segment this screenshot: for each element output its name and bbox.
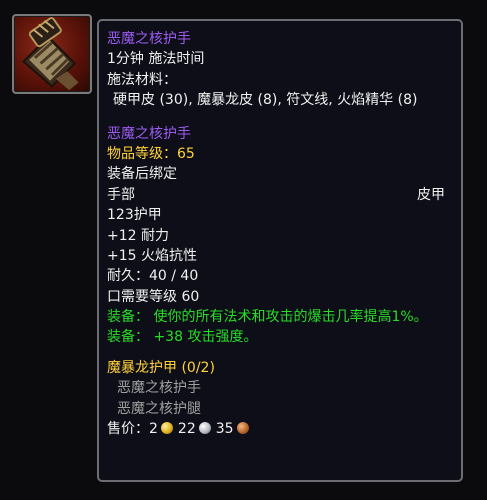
item-slot: 手部 xyxy=(107,186,135,203)
item-name: 恶魔之核护手 xyxy=(107,125,191,142)
silver-amount: 22 xyxy=(177,421,196,438)
set-name: 魔暴龙护甲 (0/2) xyxy=(107,359,215,376)
gold-coin-icon xyxy=(160,422,173,435)
set-item: 恶魔之核护腿 xyxy=(117,400,201,417)
bind-type: 装备后绑定 xyxy=(107,166,177,183)
slot-row: 手部 皮甲 xyxy=(107,185,453,205)
gold-amount: 2 xyxy=(149,421,158,438)
silver-coin-icon xyxy=(198,422,211,435)
item-tooltip: 恶魔之核护手 1分钟 施法时间 施法材料： 硬甲皮 (30), 魔暴龙皮 (8)… xyxy=(97,19,463,482)
tooltip-screen: 恶魔之核护手 1分钟 施法时间 施法材料： 硬甲皮 (30), 魔暴龙皮 (8)… xyxy=(0,0,487,500)
stat-fire-resistance: +15 火焰抗性 xyxy=(107,247,197,264)
armor-value: 123护甲 xyxy=(107,207,162,224)
required-level: 口需要等级 60 xyxy=(107,288,200,305)
copper-amount: 35 xyxy=(215,421,234,438)
gauntlet-icon xyxy=(22,17,79,91)
armor-type: 皮甲 xyxy=(417,186,445,203)
copper-coin-icon xyxy=(236,422,249,435)
cast-time: 1分钟 施法时间 xyxy=(107,51,205,68)
item-icon-frame[interactable] xyxy=(12,14,92,94)
equip-effect-crit: 装备： 使你的所有法术和攻击的爆击几率提高1%。 xyxy=(107,309,428,326)
item-level: 物品等级：65 xyxy=(107,145,195,162)
stat-stamina: +12 耐力 xyxy=(107,227,169,244)
sell-price: 售价：2 22 35 xyxy=(107,419,453,439)
durability: 耐久：40 / 40 xyxy=(107,268,199,285)
sell-price-label: 售价： xyxy=(107,421,149,438)
recipe-title: 恶魔之核护手 xyxy=(107,31,191,47)
materials-label: 施法材料： xyxy=(107,71,177,88)
materials-list: 硬甲皮 (30), 魔暴龙皮 (8), 符文线, 火焰精华 (8) xyxy=(113,92,418,109)
equip-effect-attack-power: 装备： +38 攻击强度。 xyxy=(107,329,258,346)
set-item: 恶魔之核护手 xyxy=(117,380,201,397)
